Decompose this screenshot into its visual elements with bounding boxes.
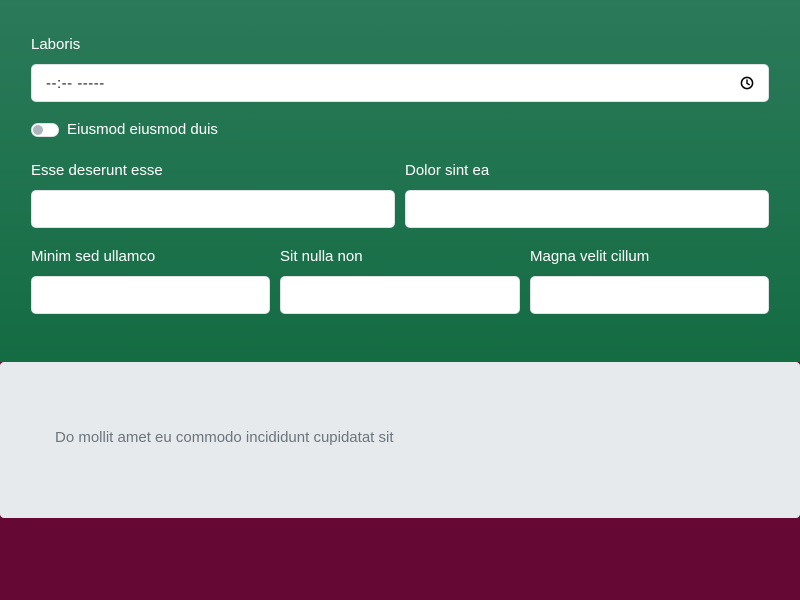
field-label-minim-sed: Minim sed ullamco xyxy=(31,248,156,265)
toggle-switch-knob xyxy=(33,125,43,135)
time-field-label: Laboris xyxy=(31,36,81,53)
text-input-dolor-sint[interactable] xyxy=(405,190,769,228)
text-input-esse-deserunt[interactable] xyxy=(31,190,395,228)
time-input-placeholder: --:-- ----- xyxy=(46,74,105,92)
field-label-magna-velit: Magna velit cillum xyxy=(530,248,650,265)
field-label-dolor-sint: Dolor sint ea xyxy=(405,162,490,179)
form-panel: Laboris --:-- ----- Eiusmod eiusmod duis… xyxy=(0,0,800,362)
text-input-minim-sed[interactable] xyxy=(31,276,270,314)
toggle-switch[interactable] xyxy=(31,123,59,137)
text-input-magna-velit[interactable] xyxy=(530,276,769,314)
card-text: Do mollit amet eu commodo incididunt cup… xyxy=(55,429,394,446)
time-input[interactable]: --:-- ----- xyxy=(31,64,769,102)
clock-icon[interactable] xyxy=(740,76,754,90)
toggle-switch-label[interactable]: Eiusmod eiusmod duis xyxy=(67,121,218,139)
field-label-sit-nulla: Sit nulla non xyxy=(280,248,363,265)
field-label-esse-deserunt: Esse deserunt esse xyxy=(31,162,163,179)
text-input-sit-nulla[interactable] xyxy=(280,276,520,314)
